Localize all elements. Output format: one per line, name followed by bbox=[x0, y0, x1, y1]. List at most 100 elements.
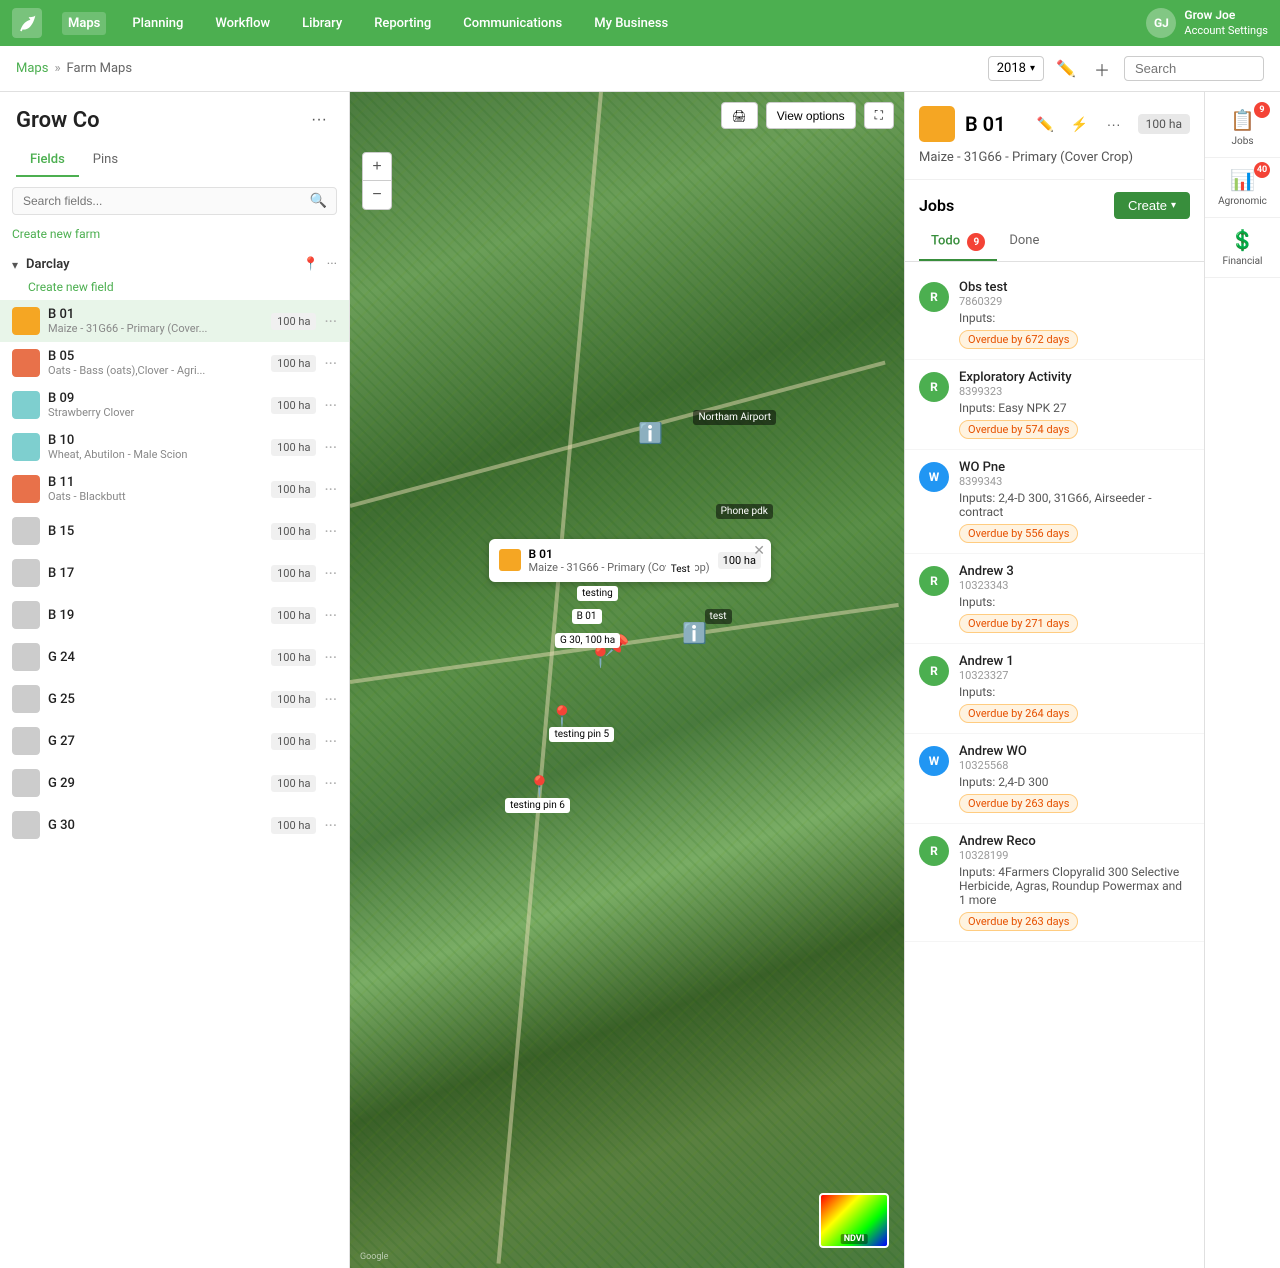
user-info: Grow Joe Account Settings bbox=[1184, 8, 1268, 38]
nav-reporting[interactable]: Reporting bbox=[368, 12, 437, 35]
nav-mybusiness[interactable]: My Business bbox=[588, 12, 674, 35]
field-ha-b15: 100 ha bbox=[271, 523, 316, 540]
field-row-g30[interactable]: G 30 100 ha ··· bbox=[0, 804, 349, 846]
map-area[interactable]: 🖨 View options ⛶ + − ℹ️ ℹ️ 📍 📌 📍 📍 ✕ B 0… bbox=[350, 92, 904, 1268]
field-menu-b19[interactable]: ··· bbox=[324, 606, 337, 625]
field-ha-g27: 100 ha bbox=[271, 733, 316, 750]
tab-todo[interactable]: Todo 9 bbox=[919, 227, 997, 261]
done-label: Done bbox=[1009, 233, 1039, 248]
job-item-0[interactable]: R Obs test 7860329 Inputs: Overdue by 67… bbox=[905, 270, 1204, 360]
field-row-b01[interactable]: B 01 Maize - 31G66 - Primary (Cover... 1… bbox=[0, 300, 349, 342]
sidebar-search: 🔍 bbox=[0, 177, 349, 225]
field-menu-g27[interactable]: ··· bbox=[324, 732, 337, 751]
field-menu-g29[interactable]: ··· bbox=[324, 774, 337, 793]
field-ha-b19: 100 ha bbox=[271, 607, 316, 624]
sidebar-menu-btn[interactable]: ··· bbox=[305, 106, 333, 134]
field-more-btn[interactable]: ··· bbox=[1100, 110, 1128, 138]
popup-close-btn[interactable]: ✕ bbox=[753, 543, 765, 559]
job-item-4[interactable]: R Andrew 1 10323327 Inputs: Overdue by 2… bbox=[905, 644, 1204, 734]
field-row-b17[interactable]: B 17 100 ha ··· bbox=[0, 552, 349, 594]
job-item-6[interactable]: R Andrew Reco 10328199 Inputs: 4Farmers … bbox=[905, 824, 1204, 942]
search-input[interactable] bbox=[1124, 56, 1264, 81]
field-row-g25[interactable]: G 25 100 ha ··· bbox=[0, 678, 349, 720]
nav-workflow[interactable]: Workflow bbox=[209, 12, 276, 35]
fin-strip-icon: 💲 bbox=[1230, 228, 1255, 252]
field-menu-g30[interactable]: ··· bbox=[324, 816, 337, 835]
nav-communications[interactable]: Communications bbox=[457, 12, 568, 35]
create-farm-link[interactable]: Create new farm bbox=[0, 225, 349, 251]
collapse-icon[interactable]: ▾ bbox=[12, 258, 18, 272]
far-right-strip: 9 📋 Jobs 40 📊 Agronomic 💲 Financial bbox=[1204, 92, 1280, 1268]
field-row-b05[interactable]: B 05 Oats - Bass (oats),Clover - Agri...… bbox=[0, 342, 349, 384]
field-menu-b05[interactable]: ··· bbox=[324, 354, 337, 373]
top-nav: Maps Planning Workflow Library Reporting… bbox=[0, 0, 1280, 46]
field-menu-b17[interactable]: ··· bbox=[324, 564, 337, 583]
field-row-g24[interactable]: G 24 100 ha ··· bbox=[0, 636, 349, 678]
add-icon-btn[interactable]: ＋ bbox=[1088, 55, 1116, 83]
breadcrumb: Maps » Farm Maps bbox=[16, 61, 132, 76]
field-menu-b01[interactable]: ··· bbox=[324, 312, 337, 331]
breadcrumb-maps[interactable]: Maps bbox=[16, 61, 48, 76]
job-item-2[interactable]: W WO Pne 8399343 Inputs: 2,4-D 300, 31G6… bbox=[905, 450, 1204, 554]
tab-fields[interactable]: Fields bbox=[16, 144, 79, 177]
field-detail-top: B 01 ✏️ ⚡ ··· 100 ha bbox=[919, 106, 1190, 142]
far-right-agro[interactable]: 40 📊 Agronomic bbox=[1205, 158, 1280, 218]
edit-icon-btn[interactable]: ✏️ bbox=[1052, 55, 1080, 83]
pin-green-2[interactable]: 📍 bbox=[527, 774, 552, 798]
print-btn[interactable]: 🖨 bbox=[721, 102, 758, 129]
job-item-1[interactable]: R Exploratory Activity 8399323 Inputs: E… bbox=[905, 360, 1204, 450]
zoom-in-btn[interactable]: + bbox=[363, 153, 391, 181]
map-label-pin5: testing pin 5 bbox=[549, 727, 614, 742]
create-label: Create bbox=[1128, 198, 1167, 213]
field-color-g25 bbox=[12, 685, 40, 713]
nav-maps[interactable]: Maps bbox=[62, 12, 106, 35]
tab-done[interactable]: Done bbox=[997, 227, 1051, 261]
view-options-btn[interactable]: View options bbox=[766, 102, 856, 129]
field-menu-b11[interactable]: ··· bbox=[324, 480, 337, 499]
field-menu-b10[interactable]: ··· bbox=[324, 438, 337, 457]
field-row-b11[interactable]: B 11 Oats - Blackbutt 100 ha ··· bbox=[0, 468, 349, 510]
field-row-g29[interactable]: G 29 100 ha ··· bbox=[0, 762, 349, 804]
job-content-2: WO Pne 8399343 Inputs: 2,4-D 300, 31G66,… bbox=[959, 460, 1190, 543]
field-row-b10[interactable]: B 10 Wheat, Abutilon - Male Scion 100 ha… bbox=[0, 426, 349, 468]
tab-pins[interactable]: Pins bbox=[79, 144, 132, 177]
pin-green-1[interactable]: 📍 bbox=[549, 704, 574, 728]
job-item-5[interactable]: W Andrew WO 10325568 Inputs: 2,4-D 300 O… bbox=[905, 734, 1204, 824]
field-info-g30: G 30 bbox=[48, 818, 263, 833]
nav-library[interactable]: Library bbox=[296, 12, 348, 35]
job-item-3[interactable]: R Andrew 3 10323343 Inputs: Overdue by 2… bbox=[905, 554, 1204, 644]
farm-pin-icon[interactable]: 📍 bbox=[303, 257, 319, 272]
nav-planning[interactable]: Planning bbox=[126, 12, 189, 35]
field-row-b09[interactable]: B 09 Strawberry Clover 100 ha ··· bbox=[0, 384, 349, 426]
field-split-btn[interactable]: ⚡ bbox=[1066, 110, 1094, 138]
year-select[interactable]: 2018 ▾ bbox=[988, 56, 1044, 81]
map-label-phone: Phone pdk bbox=[716, 504, 773, 519]
field-row-g27[interactable]: G 27 100 ha ··· bbox=[0, 720, 349, 762]
agro-strip-label: Agronomic bbox=[1218, 196, 1267, 207]
job-inputs-0: Inputs: bbox=[959, 311, 1190, 325]
field-edit-btn[interactable]: ✏️ bbox=[1032, 110, 1060, 138]
far-right-jobs[interactable]: 9 📋 Jobs bbox=[1205, 98, 1280, 158]
user-subtitle[interactable]: Account Settings bbox=[1184, 24, 1268, 38]
far-right-financial[interactable]: 💲 Financial bbox=[1205, 218, 1280, 278]
job-name-6: Andrew Reco bbox=[959, 834, 1190, 849]
field-menu-g25[interactable]: ··· bbox=[324, 690, 337, 709]
map-label-testing: testing bbox=[577, 586, 618, 601]
zoom-out-btn[interactable]: − bbox=[363, 181, 391, 209]
field-menu-b15[interactable]: ··· bbox=[324, 522, 337, 541]
fullscreen-btn[interactable]: ⛶ bbox=[864, 102, 894, 129]
field-row-b15[interactable]: B 15 100 ha ··· bbox=[0, 510, 349, 552]
ndvi-badge[interactable]: NDVI bbox=[819, 1193, 889, 1248]
farm-menu-icon[interactable]: ··· bbox=[327, 257, 337, 272]
field-color-b17 bbox=[12, 559, 40, 587]
field-menu-b09[interactable]: ··· bbox=[324, 396, 337, 415]
create-job-btn[interactable]: Create ▾ bbox=[1114, 192, 1190, 219]
field-menu-g24[interactable]: ··· bbox=[324, 648, 337, 667]
create-field-link[interactable]: Create new field bbox=[0, 278, 349, 300]
search-fields-input[interactable] bbox=[12, 187, 337, 215]
field-info-g29: G 29 bbox=[48, 776, 263, 791]
job-avatar-6: R bbox=[919, 836, 949, 866]
field-row-b19[interactable]: B 19 100 ha ··· bbox=[0, 594, 349, 636]
job-id-5: 10325568 bbox=[959, 759, 1190, 772]
field-info-b09: B 09 Strawberry Clover bbox=[48, 391, 263, 419]
